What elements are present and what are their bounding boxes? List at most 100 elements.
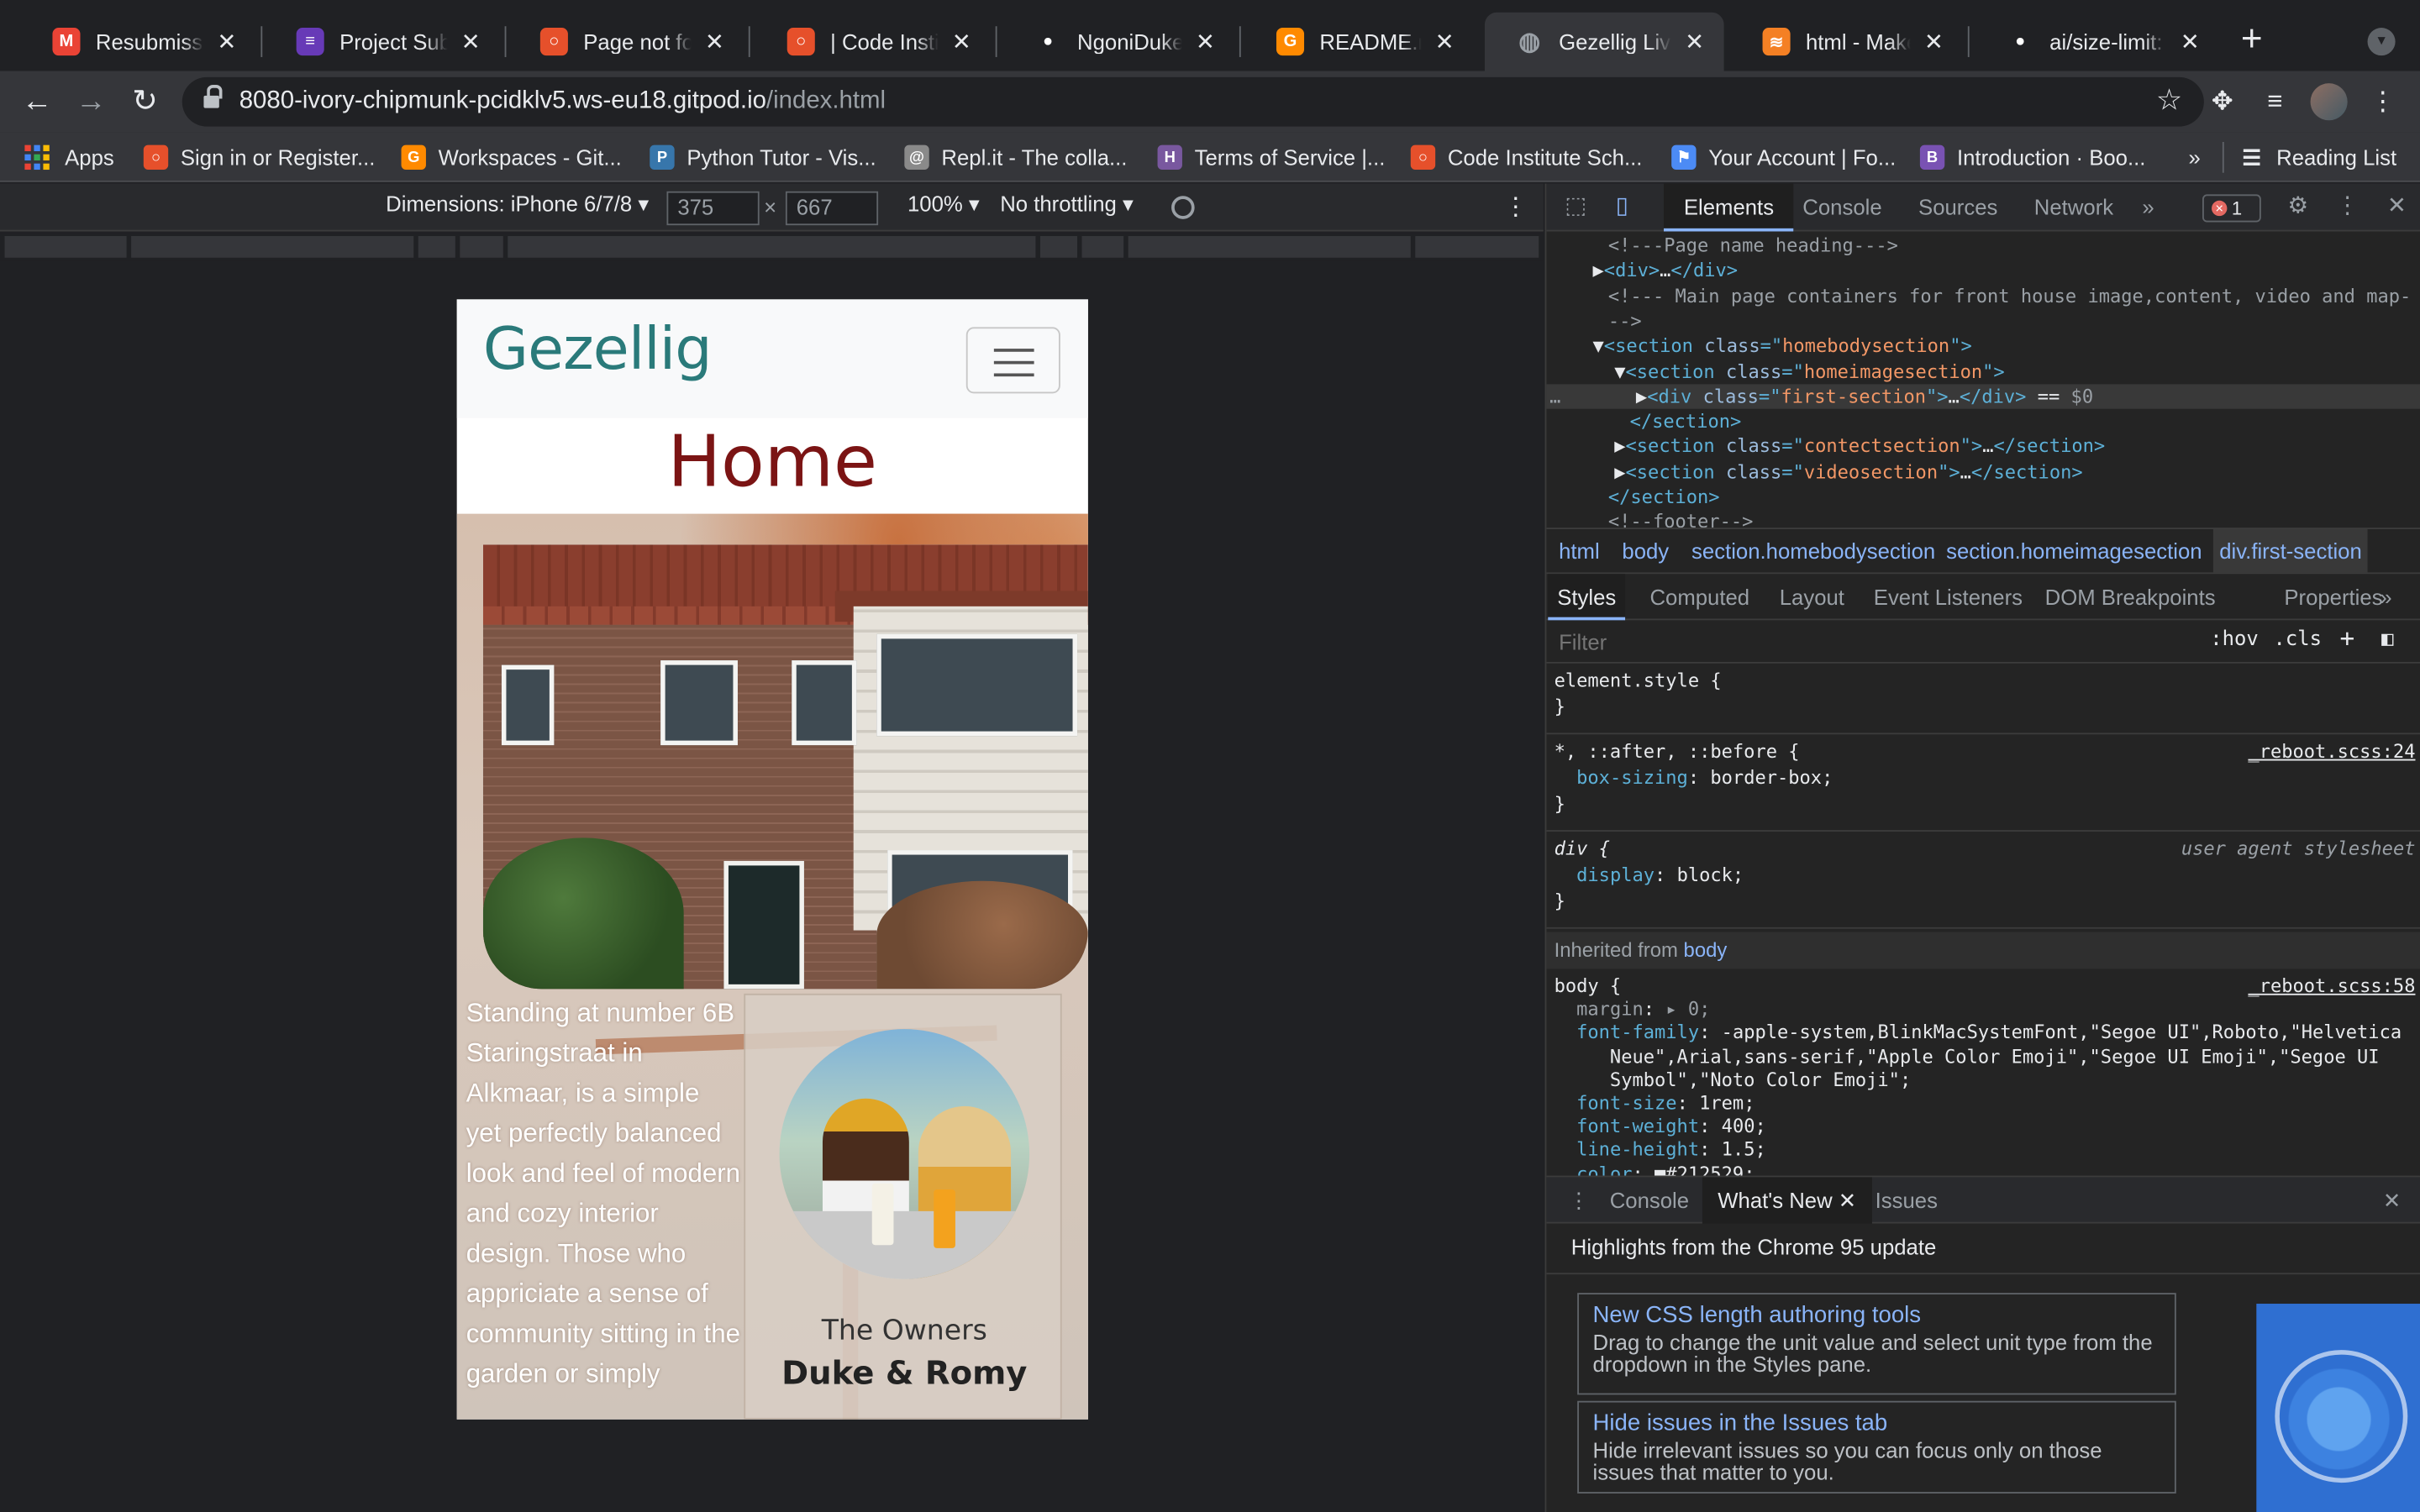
inspect-element-icon[interactable]: ⬚ (1562, 193, 1590, 221)
css-declaration[interactable]: font-family: -apple-system,BlinkMacSyste… (1555, 1022, 2402, 1046)
breadcrumb-item[interactable]: section.homebodysection (1691, 538, 1935, 563)
css-source-link[interactable]: _reboot.scss:58 (2248, 975, 2415, 997)
browser-tab[interactable]: ≡ Project Submi ✕ (266, 13, 500, 71)
new-rule-button[interactable]: + (2339, 623, 2354, 653)
tab-network[interactable]: Network (2034, 184, 2113, 232)
close-tab-icon[interactable]: ✕ (701, 28, 729, 55)
styles-subtab[interactable]: Event Listeners (1874, 574, 2023, 620)
dom-node[interactable]: ▶<div>…</div> (1546, 258, 1739, 282)
close-tab-icon[interactable]: ✕ (948, 28, 976, 55)
device-toggle-icon[interactable]: ▯ (1608, 193, 1636, 221)
dom-node[interactable]: <!---Page name heading---> (1546, 233, 1898, 257)
css-declaration[interactable]: line-height: 1.5; (1555, 1139, 1766, 1163)
reading-list-button[interactable]: ☰ Reading List (2222, 141, 2396, 173)
whats-new-card[interactable]: Hide issues in the Issues tab Hide irrel… (1577, 1400, 2176, 1494)
browser-menu-icon[interactable]: ⋮ (2368, 87, 2399, 118)
media-query-segment[interactable] (418, 236, 455, 258)
tab-search-icon[interactable]: ▾ (2367, 28, 2396, 56)
back-icon[interactable]: ← (18, 83, 55, 120)
css-declaration[interactable]: } (1555, 890, 1565, 914)
browser-tab[interactable]: ○ Page not found ✕ (509, 13, 744, 71)
device-dimensions-select[interactable]: Dimensions: iPhone 6/7/8 ▾ (386, 192, 649, 218)
browser-tab[interactable]: ● NgoniDukeMo ✕ (1003, 13, 1235, 71)
css-selector[interactable]: *, ::after, ::before { (1555, 741, 1800, 764)
browser-tab[interactable]: G README.md – ✕ (1245, 13, 1474, 71)
tab-elements[interactable]: Elements (1663, 183, 1795, 232)
tab-sources[interactable]: Sources (1918, 184, 1997, 232)
css-rule[interactable]: div { display: block;} user agent stylesh… (1546, 837, 2420, 929)
browser-tab[interactable]: ● ai/size-limit: C ✕ (1975, 13, 2219, 71)
bookmark-item[interactable]: Apps (24, 142, 114, 173)
css-value[interactable]: 1rem; (1699, 1092, 1754, 1114)
new-tab-button[interactable]: + (2235, 21, 2269, 58)
hover-state-button[interactable]: :hov (2210, 628, 2259, 652)
css-source-link[interactable]: _reboot.scss:24 (2248, 741, 2415, 763)
breadcrumb-item[interactable]: body (1622, 538, 1669, 563)
settings-gear-icon[interactable]: ⚙ (2284, 193, 2312, 221)
dom-node[interactable]: ▶<section class="videosection">…</sectio… (1546, 459, 2082, 484)
css-value[interactable]: border-box; (1710, 767, 1833, 789)
css-property[interactable]: font-family (1576, 1022, 1699, 1044)
dom-node[interactable]: ▼<section class="homeimagesection"> (1546, 359, 2004, 383)
bookmark-star-icon[interactable]: ☆ (2156, 83, 2182, 118)
css-rule[interactable]: element.style {} (1546, 669, 2420, 735)
css-property[interactable]: line-height (1576, 1139, 1699, 1161)
browser-tab[interactable]: ≋ html - Make d ✕ (1732, 13, 1964, 71)
viewport-width-input[interactable]: 375 (666, 191, 760, 226)
css-declaration[interactable]: box-sizing: border-box; (1555, 767, 1833, 790)
media-query-segment[interactable] (508, 236, 1036, 258)
css-property[interactable]: font-weight (1576, 1116, 1699, 1137)
css-property[interactable]: display (1576, 864, 1655, 886)
dom-node[interactable]: <!--- Main page containers for front hou… (1546, 283, 2411, 307)
css-declaration[interactable]: color: ■#212529; (1555, 1163, 1754, 1175)
bookmark-item[interactable]: B Introduction · Boo... (1919, 142, 2145, 173)
devtools-menu-icon[interactable]: ⋮ (2333, 193, 2361, 221)
media-query-segment[interactable] (1128, 236, 1411, 258)
device-toolbar-menu-icon[interactable]: ⋮ (1503, 192, 1528, 223)
address-bar[interactable]: 8080-ivory-chipmunk-pcidklv5.ws-eu18.git… (182, 76, 2204, 127)
css-rule[interactable]: body { margin: ▸ 0; font-family: -apple-… (1546, 975, 2420, 1176)
css-declaration[interactable]: Symbol","Noto Color Emoji"; (1555, 1068, 1911, 1092)
styles-subtab[interactable]: Properties (2284, 574, 2382, 620)
css-declaration[interactable]: margin: ▸ 0; (1555, 999, 1710, 1022)
viewport-height-input[interactable]: 667 (785, 191, 879, 226)
bookmark-item[interactable]: ○ Sign in or Register... (143, 142, 375, 173)
close-tab-icon[interactable]: ✕ (1681, 28, 1708, 55)
dom-tree[interactable]: <!---Page name heading---> ▶<div>…</div> <… (1546, 232, 2420, 528)
browser-tab[interactable]: M Resubmission ✕ (22, 13, 256, 71)
rotate-icon[interactable] (1171, 196, 1195, 219)
styles-subtab[interactable]: Computed (1649, 574, 1749, 620)
dom-node[interactable]: </section> (1546, 409, 1742, 433)
bookmark-item[interactable]: P Python Tutor - Vis... (650, 142, 876, 173)
css-value[interactable]: -apple-system,BlinkMacSystemFont,"Segoe … (1722, 1022, 2402, 1044)
css-value[interactable]: 1.5; (1722, 1139, 1766, 1161)
close-drawer-icon[interactable]: ✕ (2383, 1177, 2402, 1223)
media-query-segment[interactable] (460, 236, 503, 258)
card-title[interactable]: New CSS length authoring tools (1593, 1302, 2161, 1328)
whats-new-card[interactable]: New CSS length authoring tools Drag to c… (1577, 1293, 2176, 1395)
class-toggle-button[interactable]: .cls (2274, 628, 2323, 652)
breadcrumb-item[interactable]: section.homeimagesection (1946, 538, 2202, 563)
error-count-badge[interactable]: 1 (2202, 194, 2261, 223)
close-tab-icon[interactable]: ✕ (1839, 1188, 1857, 1212)
site-brand[interactable]: Gezellig (483, 315, 713, 383)
dom-node[interactable]: … ▶<div class="first-section">…</div> == … (1546, 383, 2420, 409)
css-declaration[interactable]: } (1555, 793, 1565, 816)
bookmark-item[interactable]: ○ Code Institute Sch... (1410, 142, 1642, 173)
css-property[interactable]: box-sizing (1576, 767, 1688, 789)
zoom-select[interactable]: 100% ▾ (908, 192, 980, 218)
bookmark-item[interactable]: H Terms of Service |... (1157, 142, 1385, 173)
drawer-tab-issues[interactable]: Issues (1876, 1177, 1938, 1223)
tab-console[interactable]: Console (1802, 184, 1881, 232)
close-tab-icon[interactable]: ✕ (1431, 28, 1459, 55)
css-selector[interactable]: div { (1555, 837, 1610, 861)
css-value[interactable]: 400; (1722, 1116, 1766, 1137)
url-text[interactable]: 8080-ivory-chipmunk-pcidklv5.ws-eu18.git… (239, 88, 886, 116)
browser-tab[interactable]: ◍ Gezellig Living ✕ (1484, 12, 1724, 71)
css-rule[interactable]: *, ::after, ::before { box-sizing: borde… (1546, 741, 2420, 832)
bookmark-item[interactable]: ⚑ Your Account | Fo... (1671, 142, 1896, 173)
css-value[interactable]: ■#212529; (1655, 1163, 1754, 1175)
css-value[interactable]: block; (1677, 864, 1744, 886)
extensions-icon[interactable]: ✥ (2207, 87, 2238, 118)
more-tabs-button[interactable]: » (2142, 184, 2154, 232)
